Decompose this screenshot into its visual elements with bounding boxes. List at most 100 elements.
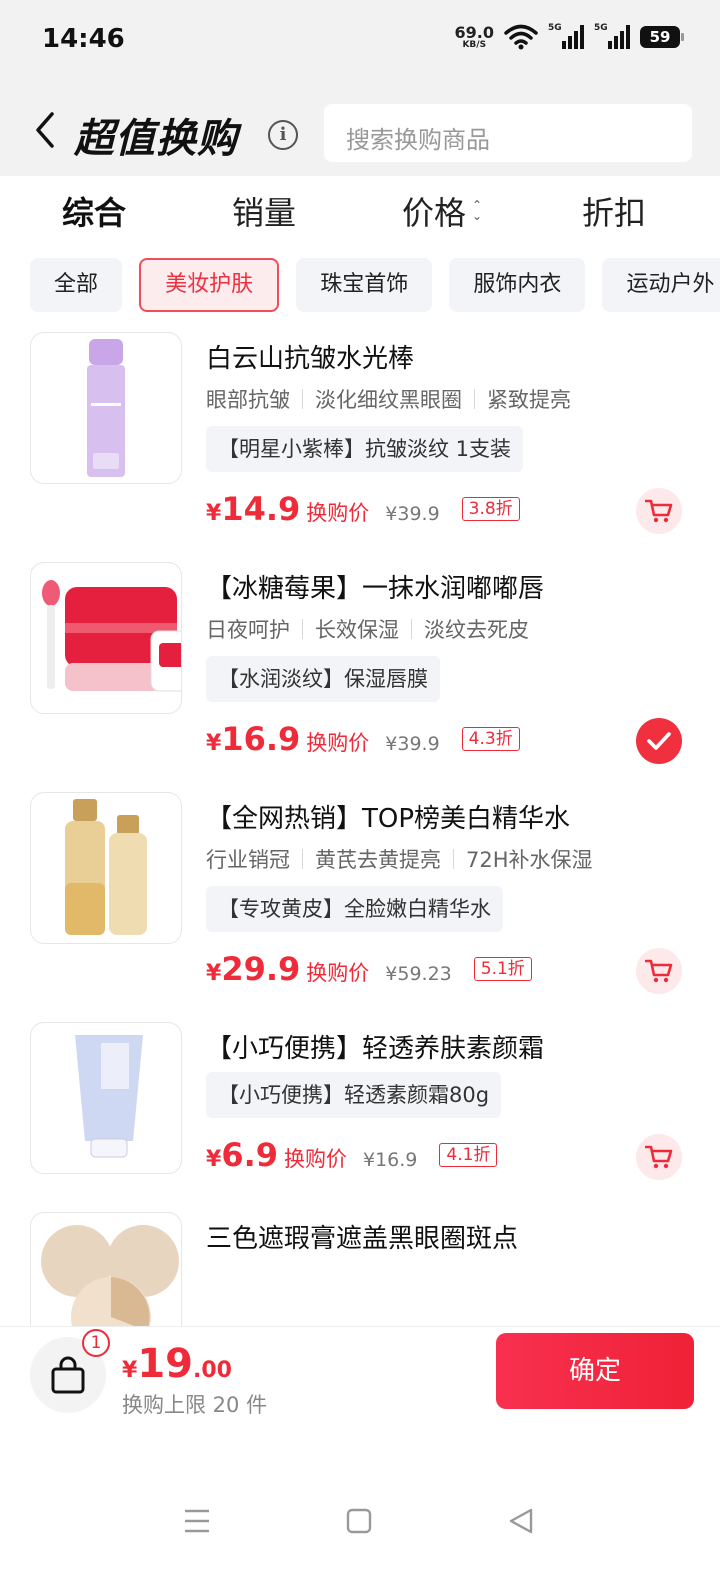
net-speed: 69.0 KB/S	[454, 22, 494, 50]
product-promo: 【专攻黄皮】全脸嫩白精华水	[206, 886, 503, 932]
search-input[interactable]: 搜索换购商品	[324, 104, 692, 162]
product-image[interactable]	[30, 792, 182, 944]
product-name: 【小巧便携】轻透养肤素颜霜	[206, 1034, 545, 1064]
category-chips: 全部 美妆护肤 珠宝首饰 服饰内衣 运动户外	[30, 258, 720, 312]
chip-all[interactable]: 全部	[30, 258, 123, 312]
system-nav-bar	[0, 1470, 720, 1584]
checkout-bar: 1 ¥ 19 .00 换购上限 20 件 确定	[0, 1326, 720, 1436]
chip-apparel[interactable]: 服饰内衣	[449, 258, 586, 312]
product-tag: 淡化细纹黑眼圈	[315, 388, 462, 412]
product-name: 【全网热销】TOP榜美白精华水	[206, 804, 571, 834]
signal-label-2: 5G	[594, 23, 608, 33]
check-icon	[647, 732, 671, 750]
discount-badge: 3.8折	[461, 497, 520, 521]
exchange-price: 6.9	[221, 1136, 278, 1174]
chip-sports[interactable]: 运动户外	[602, 258, 720, 312]
tab-label: 综合	[62, 194, 127, 232]
add-to-cart-button[interactable]	[636, 948, 682, 994]
product-name: 白云山抗皱水光棒	[206, 344, 415, 374]
product-price-row: ¥ 6.9 换购价 ¥16.9 4.1折	[206, 1136, 498, 1174]
exchange-price: 14.9	[221, 490, 301, 528]
product-promo: 【小巧便携】轻透素颜霜80g	[206, 1072, 502, 1118]
back-chevron-left-icon[interactable]	[30, 110, 60, 150]
cart-count-badge: 1	[82, 1329, 110, 1357]
tab-sales[interactable]: 销量	[232, 188, 296, 234]
discount-badge: 4.1折	[439, 1143, 498, 1167]
sort-tabs: 综合 销量 价格 ⌃ ⌄ 折扣	[0, 176, 720, 244]
page-title: 超值换购	[74, 116, 238, 162]
product-tag: 紧致提亮	[487, 388, 571, 412]
product-image[interactable]	[30, 1022, 182, 1174]
chip-beauty[interactable]: 美妆护肤	[139, 258, 280, 312]
page: 14:46 69.0 KB/S 5G 5G 59 超值换购 i 搜索换购商品 综…	[0, 0, 720, 1584]
product-tag: 72H补水保湿	[466, 848, 593, 872]
add-to-cart-button[interactable]	[636, 1134, 682, 1180]
product-tags: 眼部抗皱 淡化细纹黑眼圈 紧致提亮	[206, 384, 571, 414]
product-tag: 长效保湿	[315, 618, 399, 642]
product-tags: 日夜呵护 长效保湿 淡纹去死皮	[206, 614, 529, 644]
product-image[interactable]	[30, 332, 182, 484]
add-to-cart-button[interactable]	[636, 488, 682, 534]
product-promo: 【明星小紫棒】抗皱淡纹 1支装	[206, 426, 524, 472]
signal-label-1: 5G	[548, 23, 562, 33]
exchange-price: 29.9	[221, 950, 301, 988]
tab-discount[interactable]: 折扣	[582, 188, 646, 234]
product-list: 白云山抗皱水光棒 眼部抗皱 淡化细纹黑眼圈 紧致提亮 【明星小紫棒】抗皱淡纹 1…	[0, 320, 720, 1326]
net-speed-unit: KB/S	[462, 39, 487, 50]
back-triangle-icon[interactable]	[508, 1508, 534, 1534]
exchange-limit: 换购上限 20 件	[122, 1393, 268, 1417]
home-square-icon[interactable]	[346, 1508, 372, 1534]
product-name: 三色遮瑕膏遮盖黑眼圈斑点	[206, 1224, 519, 1254]
net-speed-value: 69.0	[454, 22, 494, 42]
original-price: ¥59.23	[385, 963, 452, 985]
tab-comprehensive[interactable]: 综合	[62, 188, 126, 234]
tab-label: 价格	[402, 194, 467, 232]
product-price-row: ¥ 14.9 换购价 ¥39.9 3.8折	[206, 490, 520, 528]
cart-icon	[645, 959, 673, 983]
product-tag: 日夜呵护	[206, 618, 290, 642]
battery-icon: 59	[640, 26, 684, 48]
chip-jewelry[interactable]: 珠宝首饰	[296, 258, 433, 312]
total-decimal: .00	[192, 1358, 232, 1383]
price-label: 换购价	[284, 1147, 347, 1171]
product-name: 【冰糖莓果】一抹水润嘟嘟唇	[206, 574, 545, 604]
currency-symbol: ¥	[206, 731, 222, 756]
signal-icon-2: 5G	[594, 23, 630, 49]
total-currency: ¥	[122, 1358, 138, 1383]
info-icon[interactable]: i	[268, 120, 298, 150]
sort-arrows-icon: ⌃ ⌄	[472, 198, 483, 223]
status-time: 14:46	[42, 24, 125, 54]
signal-icon-1: 5G	[548, 23, 584, 49]
original-price: ¥16.9	[363, 1149, 418, 1171]
price-label: 换购价	[306, 961, 370, 985]
status-icons: 69.0 KB/S 5G 5G 59	[454, 22, 684, 50]
original-price: ¥39.9	[385, 733, 440, 755]
product-tag: 行业销冠	[206, 848, 290, 872]
product-price-row: ¥ 29.9 换购价 ¥59.23 5.1折	[206, 950, 532, 988]
cart-icon	[645, 499, 673, 523]
status-bar: 14:46 69.0 KB/S 5G 5G 59	[0, 0, 720, 80]
discount-badge: 4.3折	[461, 727, 520, 751]
wifi-icon	[504, 24, 538, 50]
menu-icon[interactable]	[184, 1508, 210, 1534]
exchange-price: 16.9	[221, 720, 301, 758]
product-tag: 淡纹去死皮	[424, 618, 529, 642]
currency-symbol: ¥	[206, 501, 222, 526]
discount-badge: 5.1折	[473, 957, 532, 981]
total-price: ¥ 19 .00	[122, 1341, 232, 1387]
price-label: 换购价	[306, 501, 370, 525]
original-price: ¥39.9	[385, 503, 440, 525]
currency-symbol: ¥	[206, 961, 222, 986]
tab-price[interactable]: 价格 ⌃ ⌄	[402, 188, 482, 234]
currency-symbol: ¥	[206, 1147, 222, 1172]
selected-check-button[interactable]	[636, 718, 682, 764]
confirm-button[interactable]: 确定	[496, 1333, 694, 1409]
product-image[interactable]	[30, 1212, 182, 1326]
product-image[interactable]	[30, 562, 182, 714]
price-label: 换购价	[306, 731, 370, 755]
tab-label: 销量	[232, 194, 297, 232]
tab-label: 折扣	[582, 194, 647, 232]
product-tag: 黄芪去黄提亮	[315, 848, 441, 872]
total-integer: 19	[137, 1341, 193, 1387]
product-price-row: ¥ 16.9 换购价 ¥39.9 4.3折	[206, 720, 520, 758]
